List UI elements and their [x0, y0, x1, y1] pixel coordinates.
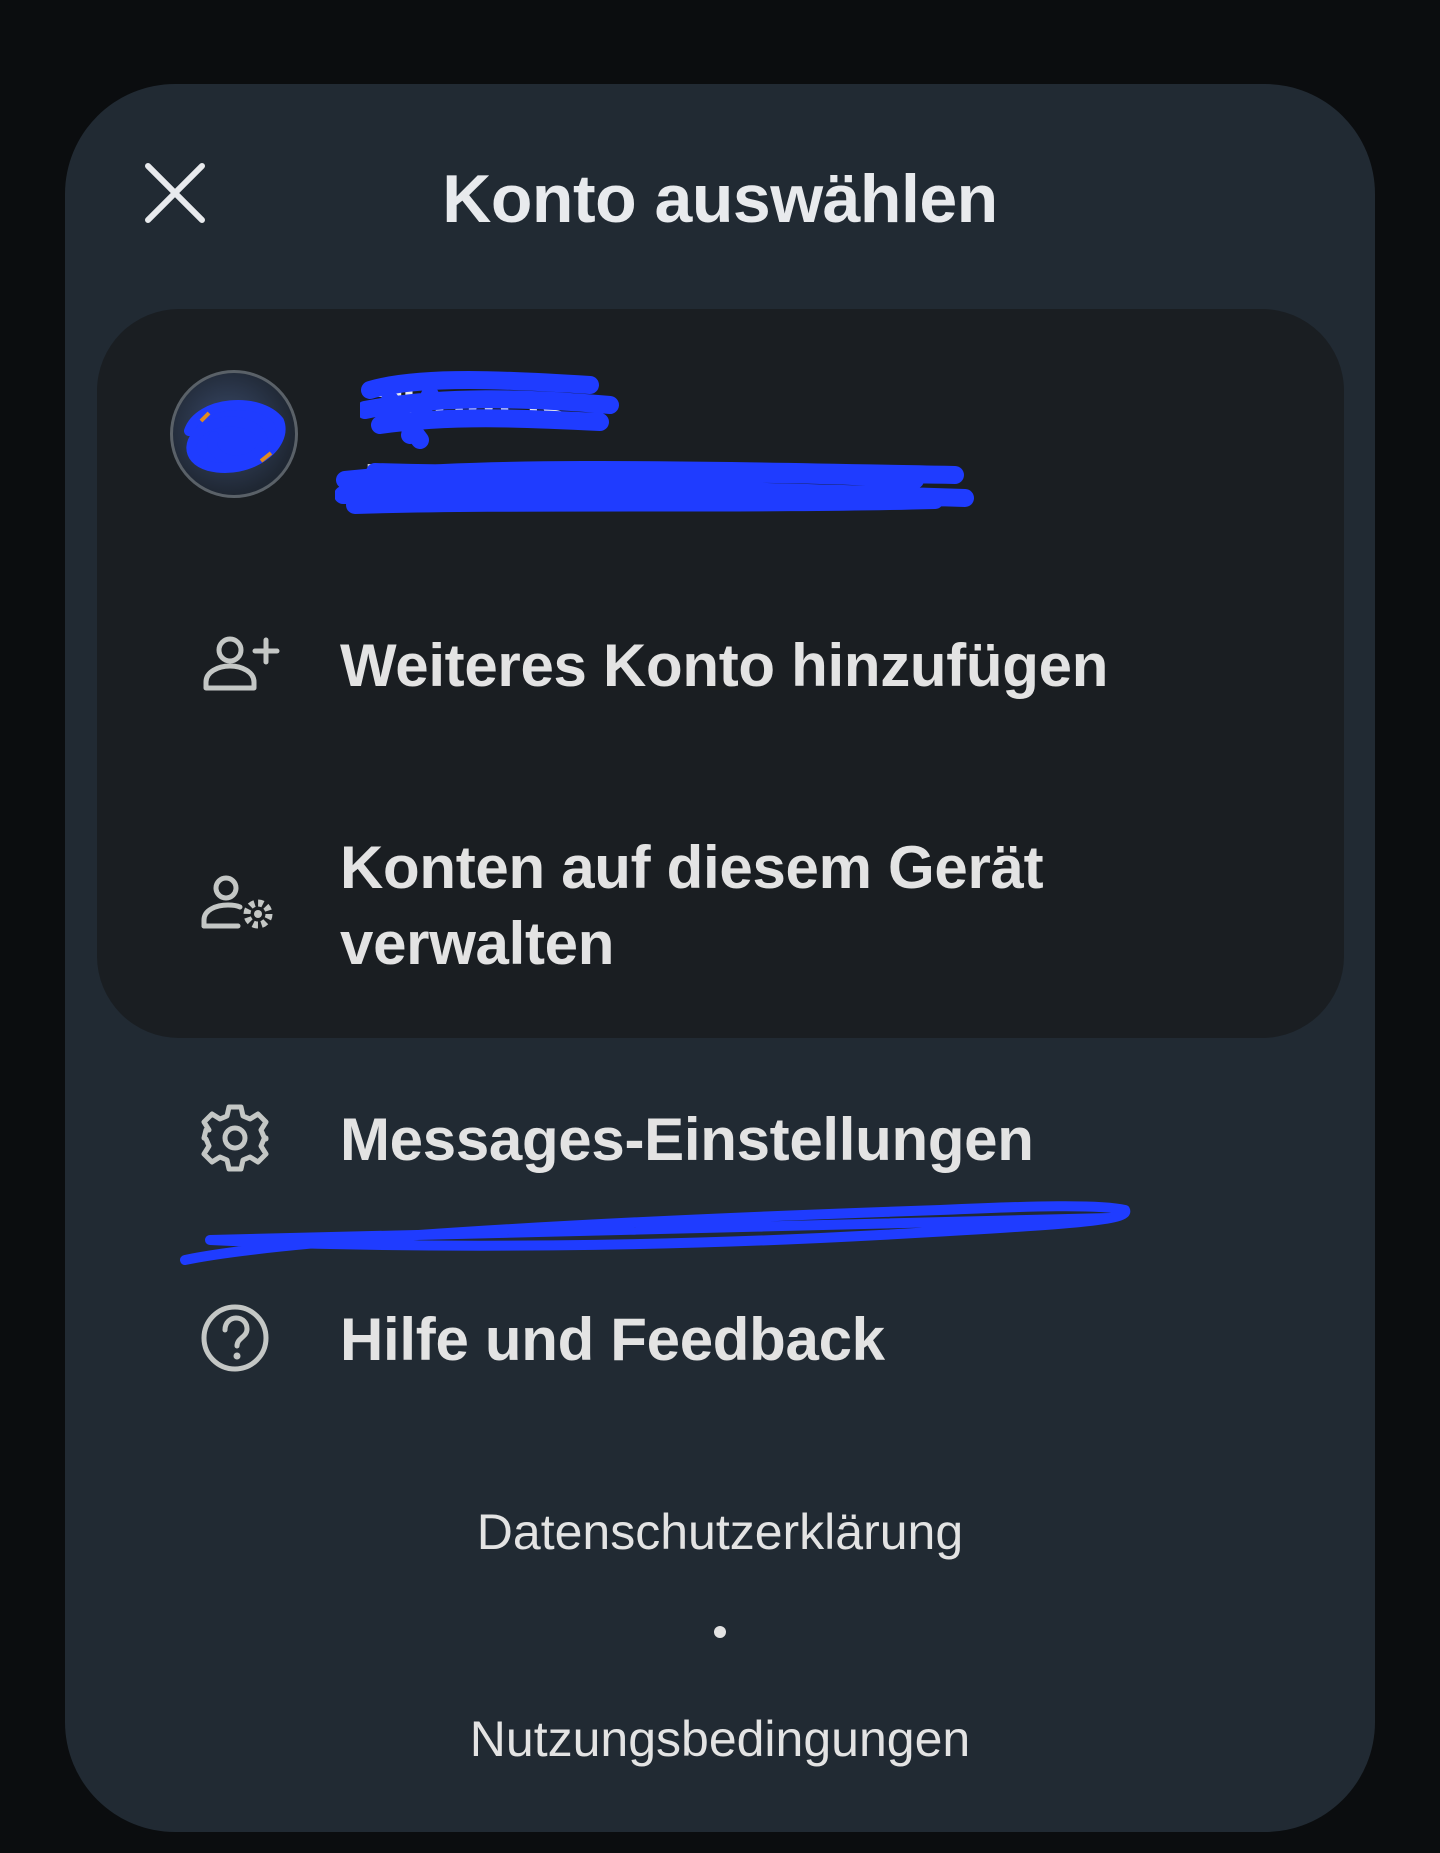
help-feedback-label: Hilfe und Feedback	[340, 1306, 885, 1373]
dialog-title: Konto auswählen	[442, 161, 998, 237]
add-account-item[interactable]: Weiteres Konto hinzufügen	[170, 628, 1290, 704]
manage-accounts-item[interactable]: Konten auf diesem Gerät verwalten	[170, 830, 1290, 982]
help-feedback-item[interactable]: Hilfe und Feedback	[170, 1302, 1290, 1378]
avatar	[170, 370, 298, 498]
account-name: Thomas	[370, 381, 570, 439]
help-circle-icon	[200, 1303, 270, 1378]
person-add-icon	[200, 634, 280, 699]
messages-settings-label: Messages-Einstellungen	[340, 1106, 1034, 1173]
add-account-label: Weiteres Konto hinzufügen	[340, 632, 1109, 699]
settings-gear-icon	[200, 1103, 270, 1178]
terms-of-service-link[interactable]: Nutzungsbedingungen	[0, 1710, 1440, 1768]
manage-accounts-icon	[200, 874, 280, 939]
manage-accounts-label: Konten auf diesem Gerät verwalten	[340, 834, 1044, 977]
footer-separator-dot	[714, 1626, 726, 1638]
privacy-policy-link[interactable]: Datenschutzerklärung	[0, 1503, 1440, 1561]
messages-settings-item[interactable]: Messages-Einstellungen	[170, 1102, 1290, 1178]
account-email: julian.B77@gmail.com	[365, 458, 764, 502]
current-account[interactable]: Thomas julian.B77@gmail.com	[170, 370, 1270, 514]
